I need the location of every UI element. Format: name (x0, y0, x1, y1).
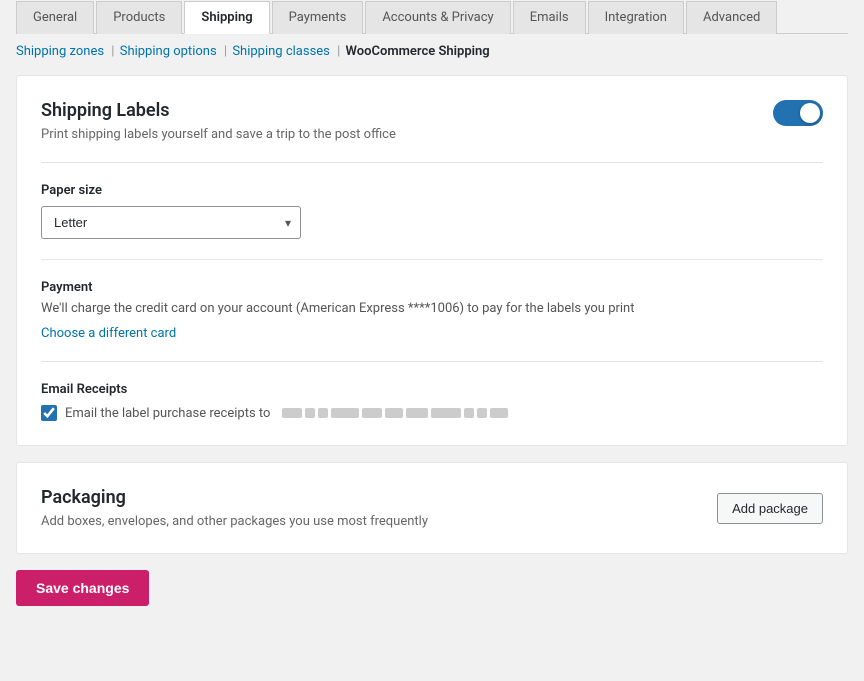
shipping-labels-card: Shipping Labels Print shipping labels yo… (16, 75, 848, 446)
tab-advanced[interactable]: Advanced (686, 1, 777, 34)
divider-2 (41, 259, 823, 260)
tab-bar: General Products Shipping Payments Accou… (16, 0, 848, 34)
separator-3: | (337, 44, 340, 59)
email-receipts-label: Email Receipts (41, 382, 823, 397)
redacted-block-2 (305, 408, 315, 418)
tab-general[interactable]: General (16, 1, 94, 34)
shipping-labels-subtitle: Print shipping labels yourself and save … (41, 127, 396, 142)
redacted-email (282, 408, 508, 418)
packaging-subtitle: Add boxes, envelopes, and other packages… (41, 514, 428, 529)
payment-section: Payment We'll charge the credit card on … (41, 280, 823, 341)
tab-products[interactable]: Products (96, 1, 182, 34)
separator-2: | (224, 44, 227, 59)
packaging-title: Packaging (41, 487, 428, 508)
divider-1 (41, 162, 823, 163)
tab-accounts-privacy[interactable]: Accounts & Privacy (365, 1, 510, 34)
payment-text: We'll charge the credit card on your acc… (41, 301, 823, 316)
packaging-card: Packaging Add boxes, envelopes, and othe… (16, 462, 848, 554)
subnav-shipping-classes[interactable]: Shipping classes (232, 44, 330, 59)
save-changes-button[interactable]: Save changes (16, 570, 149, 606)
card-header-text: Shipping Labels Print shipping labels yo… (41, 100, 396, 142)
redacted-block-10 (477, 408, 487, 418)
paper-size-section: Paper size Letter A4 Legal ▾ (41, 183, 823, 239)
redacted-block-1 (282, 408, 302, 418)
payment-label: Payment (41, 280, 823, 295)
shipping-labels-title: Shipping Labels (41, 100, 396, 121)
tab-emails[interactable]: Emails (513, 1, 586, 34)
card-header: Shipping Labels Print shipping labels yo… (41, 100, 823, 142)
packaging-card-inner: Packaging Add boxes, envelopes, and othe… (41, 487, 823, 529)
sub-nav: Shipping zones | Shipping options | Ship… (16, 34, 848, 67)
tab-payments[interactable]: Payments (272, 1, 364, 34)
redacted-block-8 (431, 408, 461, 418)
subnav-shipping-zones[interactable]: Shipping zones (16, 44, 104, 59)
email-receipts-checkbox[interactable] (41, 405, 57, 421)
redacted-block-11 (490, 408, 508, 418)
main-content: Shipping Labels Print shipping labels yo… (16, 67, 848, 626)
email-receipts-text: Email the label purchase receipts to (65, 406, 270, 421)
email-receipts-row: Email the label purchase receipts to (41, 405, 823, 421)
add-package-button[interactable]: Add package (717, 493, 823, 524)
paper-size-select[interactable]: Letter A4 Legal (41, 206, 301, 239)
separator-1: | (111, 44, 114, 59)
paper-size-select-wrapper: Letter A4 Legal ▾ (41, 206, 301, 239)
redacted-block-6 (385, 408, 403, 418)
subnav-active-item: WooCommerce Shipping (346, 44, 490, 59)
shipping-labels-toggle[interactable] (773, 100, 823, 126)
toggle-thumb (800, 103, 820, 123)
packaging-info: Packaging Add boxes, envelopes, and othe… (41, 487, 428, 529)
redacted-block-7 (406, 408, 428, 418)
choose-different-card-link[interactable]: Choose a different card (41, 326, 176, 341)
tab-integration[interactable]: Integration (588, 1, 684, 34)
redacted-block-5 (362, 408, 382, 418)
paper-size-label: Paper size (41, 183, 823, 198)
tab-shipping[interactable]: Shipping (184, 1, 269, 34)
subnav-shipping-options[interactable]: Shipping options (120, 44, 217, 59)
email-receipts-section: Email Receipts Email the label purchase … (41, 382, 823, 421)
redacted-block-3 (318, 408, 328, 418)
redacted-block-4 (331, 408, 359, 418)
redacted-block-9 (464, 408, 474, 418)
divider-3 (41, 361, 823, 362)
